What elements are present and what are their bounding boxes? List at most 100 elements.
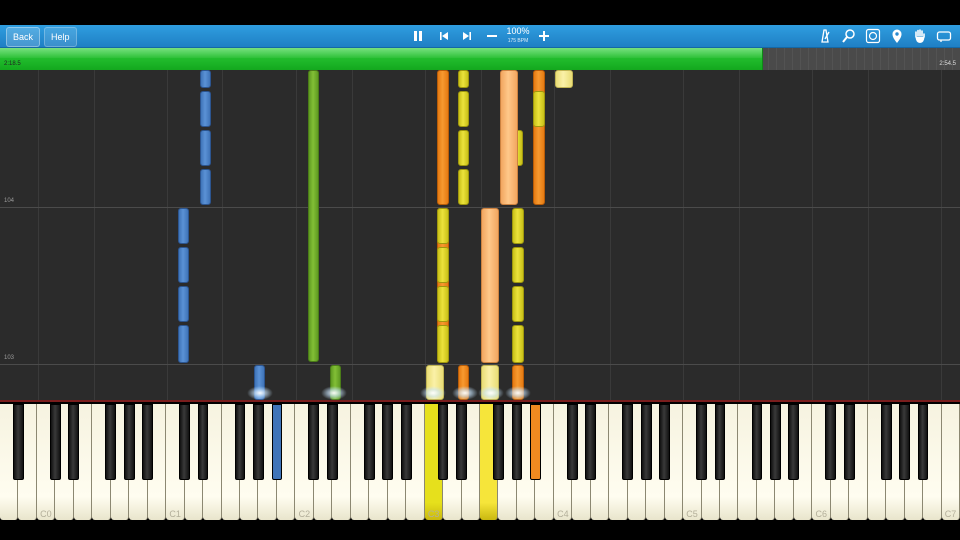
- black-key[interactable]: [363, 404, 375, 480]
- current-time: 2:18.5: [4, 61, 21, 67]
- note-roll: 104 103: [0, 70, 960, 400]
- loop-icon[interactable]: [865, 28, 881, 44]
- black-key[interactable]: [308, 404, 320, 480]
- blue-note: [178, 325, 189, 363]
- peach-note: [481, 208, 499, 363]
- black-key[interactable]: [622, 404, 634, 480]
- yellow-note: [458, 70, 469, 88]
- piano-keyboard: C0 C1 C2 C3 C4 C5 C6 C7: [0, 400, 960, 522]
- grid-line: [554, 70, 555, 400]
- black-key[interactable]: [179, 404, 190, 480]
- black-key[interactable]: [253, 404, 264, 480]
- location-pin-icon[interactable]: [889, 28, 905, 44]
- back-button[interactable]: Back: [6, 27, 41, 47]
- yellow-note: [512, 208, 524, 244]
- lyellow-note: [555, 70, 573, 88]
- zoom-icon[interactable]: [841, 28, 857, 44]
- previous-icon[interactable]: [436, 28, 452, 44]
- progress-fill: [0, 48, 764, 70]
- blue-note: [178, 208, 189, 244]
- black-key[interactable]: [843, 404, 855, 480]
- black-key[interactable]: [640, 404, 652, 480]
- blue-note: [200, 130, 211, 166]
- black-key[interactable]: [400, 404, 412, 480]
- black-key[interactable]: [659, 404, 670, 480]
- key-hit-sparkle: [247, 386, 273, 400]
- pause-icon[interactable]: [410, 28, 426, 44]
- key-hit-sparkle: [321, 386, 347, 400]
- yellow-note: [458, 130, 469, 166]
- black-key[interactable]: [566, 404, 578, 480]
- yellow-note: [533, 91, 545, 127]
- black-key[interactable]: [68, 404, 80, 480]
- yellow-note: [437, 325, 449, 363]
- octave-label: C3: [427, 509, 440, 519]
- key-hit-sparkle: [452, 386, 478, 400]
- black-key[interactable]: [917, 404, 929, 480]
- grid-line: [425, 70, 426, 400]
- toolbar: Back Help 100% 175 BPM: [0, 25, 960, 48]
- grid-line: [812, 70, 813, 400]
- black-key[interactable]: [696, 404, 707, 480]
- grid-line: [683, 70, 684, 400]
- black-key[interactable]: [880, 404, 892, 480]
- black-key[interactable]: [105, 404, 117, 480]
- help-button[interactable]: Help: [44, 27, 77, 47]
- black-key[interactable]: [530, 404, 541, 480]
- next-icon[interactable]: [459, 28, 475, 44]
- plus-icon[interactable]: [536, 28, 552, 44]
- black-key[interactable]: [493, 404, 504, 480]
- black-key[interactable]: [585, 404, 597, 480]
- measure-line: [0, 364, 960, 365]
- black-key[interactable]: [382, 404, 394, 480]
- grid-line: [941, 70, 942, 400]
- white-key[interactable]: [941, 404, 960, 520]
- blue-note: [178, 286, 189, 322]
- black-key[interactable]: [751, 404, 763, 480]
- tempo-bpm: 175 BPM: [507, 38, 529, 44]
- green-note: [308, 70, 319, 362]
- black-key[interactable]: [142, 404, 154, 480]
- measure-number: 103: [4, 355, 15, 361]
- key-hit-sparkle: [478, 386, 504, 400]
- black-key[interactable]: [326, 404, 338, 480]
- measure-number: 104: [4, 198, 15, 204]
- black-key[interactable]: [271, 404, 283, 480]
- speed-readout: 100% 175 BPM: [500, 26, 536, 45]
- black-key[interactable]: [50, 404, 61, 480]
- black-key[interactable]: [770, 404, 781, 480]
- synthesia-app: Back Help 100% 175 BPM 2:18.5 2:54.5 104…: [0, 0, 960, 540]
- black-key[interactable]: [197, 404, 209, 480]
- black-key[interactable]: [437, 404, 449, 480]
- display-mode-icon[interactable]: [936, 28, 952, 44]
- grid-line: [610, 70, 611, 400]
- black-key[interactable]: [714, 404, 726, 480]
- black-key[interactable]: [456, 404, 467, 480]
- octave-label: C6: [815, 509, 828, 519]
- yellow-note: [437, 286, 449, 322]
- grid-line: [38, 70, 39, 400]
- grid-line: [868, 70, 869, 400]
- black-key[interactable]: [899, 404, 910, 480]
- hand-icon[interactable]: [912, 28, 928, 44]
- black-key[interactable]: [234, 404, 246, 480]
- yellow-note: [512, 286, 524, 322]
- blue-note: [178, 247, 189, 283]
- black-key[interactable]: [788, 404, 800, 480]
- black-key[interactable]: [825, 404, 837, 480]
- black-key[interactable]: [123, 404, 135, 480]
- total-time: 2:54.5: [939, 61, 956, 67]
- minus-icon[interactable]: [484, 28, 500, 44]
- measure-line: [0, 207, 960, 208]
- yellow-note: [458, 169, 469, 205]
- yellow-note: [458, 91, 469, 127]
- yellow-note: [512, 247, 524, 283]
- song-progress-bar[interactable]: 2:18.5 2:54.5: [0, 48, 960, 70]
- octave-label: C4: [557, 509, 569, 519]
- key-hit-sparkle: [505, 386, 531, 400]
- black-key[interactable]: [511, 404, 523, 480]
- blue-note: [200, 91, 211, 127]
- black-key[interactable]: [13, 404, 24, 480]
- metronome-icon[interactable]: [817, 28, 833, 44]
- grid-line: [222, 70, 223, 400]
